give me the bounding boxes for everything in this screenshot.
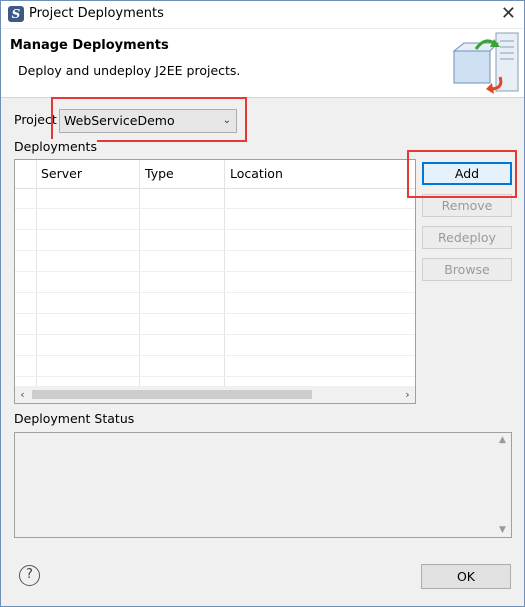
table-row	[15, 355, 415, 356]
table-row	[15, 334, 415, 335]
deployment-status-label: Deployment Status	[14, 411, 135, 426]
header-banner: Manage Deployments Deploy and undeploy J…	[1, 29, 524, 98]
column-divider	[36, 160, 37, 386]
deploy-server-icon	[452, 32, 519, 94]
table-row	[15, 313, 415, 314]
app-icon: S	[8, 6, 24, 22]
redeploy-button[interactable]: Redeploy	[422, 226, 512, 249]
table-row	[15, 208, 415, 209]
table-row	[15, 271, 415, 272]
banner-description: Deploy and undeploy J2EE projects.	[18, 63, 241, 78]
scroll-left-icon[interactable]: ‹	[15, 386, 30, 403]
table-row	[15, 229, 415, 230]
table-row	[15, 376, 415, 377]
column-header-type[interactable]: Type	[140, 160, 225, 188]
table-row	[15, 292, 415, 293]
column-header-location[interactable]: Location	[225, 160, 415, 188]
close-icon[interactable]: ✕	[501, 3, 516, 25]
scroll-up-icon[interactable]: ▲	[494, 435, 511, 445]
column-divider	[224, 160, 225, 386]
column-divider	[139, 160, 140, 386]
table-row	[15, 250, 415, 251]
title-bar: S Project Deployments ✕	[1, 1, 524, 29]
deployment-status-area: ▲ ▼	[14, 432, 512, 538]
ok-button[interactable]: OK	[421, 564, 511, 589]
banner-title: Manage Deployments	[10, 38, 169, 53]
help-icon[interactable]: ?	[19, 565, 40, 586]
scroll-right-icon[interactable]: ›	[400, 386, 415, 403]
horizontal-scrollbar[interactable]: ‹ ›	[15, 386, 415, 403]
header-divider	[15, 188, 415, 189]
deployments-label: Deployments	[14, 139, 97, 154]
highlight-annotation-add	[407, 150, 517, 198]
project-deployments-dialog: S Project Deployments ✕ Manage Deploymen…	[0, 0, 525, 607]
browse-button[interactable]: Browse	[422, 258, 512, 281]
vertical-scrollbar[interactable]: ▲ ▼	[494, 433, 511, 537]
scroll-down-icon[interactable]: ▼	[494, 525, 511, 535]
highlight-annotation-project	[51, 97, 247, 142]
window-title: Project Deployments	[29, 6, 164, 21]
deployments-table[interactable]: Server Type Location ‹ ›	[14, 159, 416, 404]
column-header-server[interactable]: Server	[36, 160, 140, 188]
scrollbar-thumb[interactable]	[32, 390, 312, 399]
